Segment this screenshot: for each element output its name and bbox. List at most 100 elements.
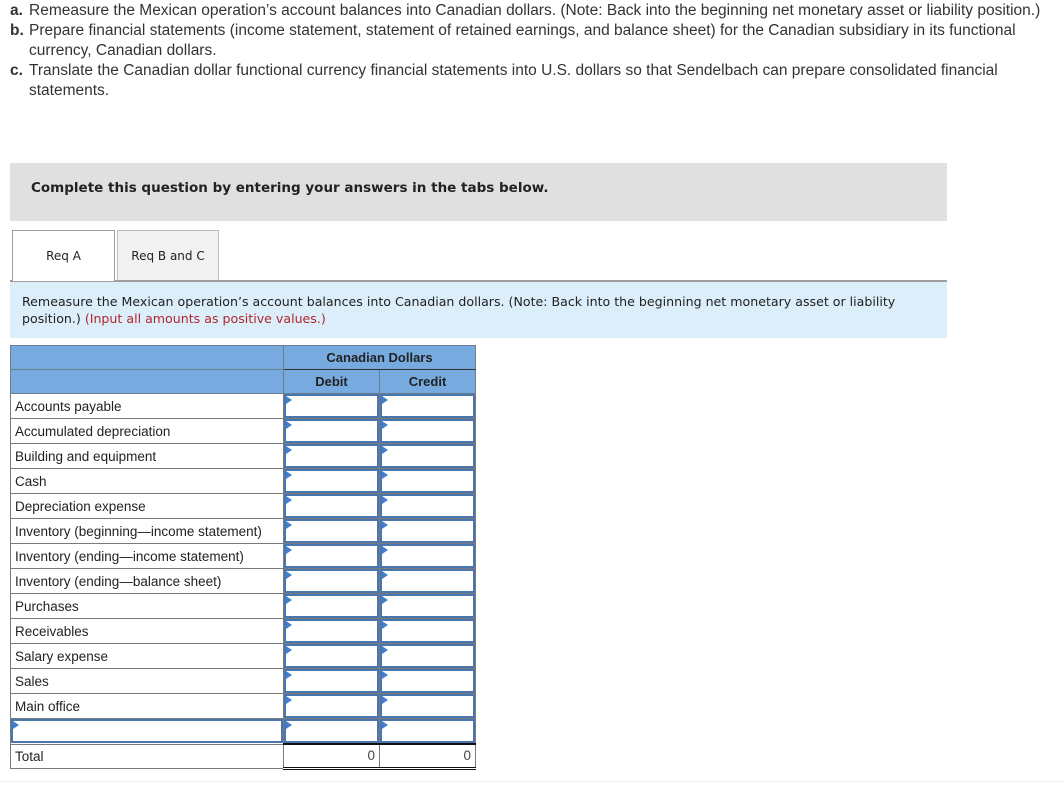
account-label: Building and equipment (10, 443, 284, 469)
credit-input[interactable] (380, 494, 475, 518)
debit-cell (283, 593, 380, 619)
table-row: Salary expense (10, 643, 476, 669)
debit-cell (283, 718, 380, 745)
instruction-a: a. Remeasure the Mexican operation’s acc… (10, 1, 1060, 21)
table-row: Cash (10, 468, 476, 494)
debit-cell (283, 393, 380, 419)
credit-cell (379, 593, 476, 619)
debit-input[interactable] (284, 544, 379, 568)
credit-input[interactable] (380, 394, 475, 418)
account-label: Purchases (10, 593, 284, 619)
worksheet-table: Canadian Dollars Debit Credit Accounts p… (10, 345, 476, 770)
instruction-banner: Complete this question by entering your … (10, 163, 947, 221)
account-label: Salary expense (10, 643, 284, 669)
debit-input[interactable] (284, 594, 379, 618)
credit-input[interactable] (380, 644, 475, 668)
debit-cell (283, 443, 380, 469)
instruction-text: Prepare financial statements (income sta… (29, 22, 1016, 59)
tab-req-a[interactable]: Req A (12, 230, 115, 281)
debit-input[interactable] (284, 419, 379, 443)
prompt-hint: (Input all amounts as positive values.) (84, 311, 326, 326)
instruction-letter: b. (10, 22, 24, 39)
debit-cell (283, 468, 380, 494)
credit-cell (379, 543, 476, 569)
credit-cell (379, 493, 476, 519)
table-row: Accumulated depreciation (10, 418, 476, 444)
debit-cell (283, 543, 380, 569)
account-label: Sales (10, 668, 284, 694)
credit-cell (379, 618, 476, 644)
debit-input[interactable] (284, 519, 379, 543)
debit-input[interactable] (284, 619, 379, 643)
debit-cell (283, 518, 380, 544)
credit-input[interactable] (380, 419, 475, 443)
debit-input[interactable] (284, 669, 379, 693)
table-row: Inventory (beginning—income statement) (10, 518, 476, 544)
credit-cell (379, 643, 476, 669)
credit-input[interactable] (380, 669, 475, 693)
table-row: Purchases (10, 593, 476, 619)
debit-input[interactable] (284, 494, 379, 518)
credit-cell (379, 568, 476, 594)
account-label-cell (10, 718, 284, 745)
debit-input[interactable] (284, 394, 379, 418)
banner-text: Complete this question by entering your … (31, 180, 549, 196)
debit-input[interactable] (284, 644, 379, 668)
credit-input[interactable] (380, 469, 475, 493)
credit-cell (379, 518, 476, 544)
debit-input[interactable] (284, 444, 379, 468)
account-label: Main office (10, 693, 284, 719)
total-row: Total 0 0 (10, 743, 476, 770)
table-row: Main office (10, 693, 476, 719)
debit-input[interactable] (284, 719, 379, 743)
table-row: Inventory (ending—income statement) (10, 543, 476, 569)
total-debit: 0 (283, 743, 380, 770)
instruction-text: Remeasure the Mexican operation’s accoun… (29, 2, 1041, 19)
account-label: Accounts payable (10, 393, 284, 419)
footer-divider (0, 781, 1064, 782)
table-row: Receivables (10, 618, 476, 644)
header-blank (10, 369, 284, 394)
credit-input[interactable] (380, 719, 475, 743)
total-label: Total (10, 743, 284, 769)
header-row-columns: Debit Credit (10, 369, 476, 394)
question-prompt: Remeasure the Mexican operation’s accoun… (10, 282, 947, 338)
credit-input[interactable] (380, 544, 475, 568)
credit-input[interactable] (380, 594, 475, 618)
credit-cell (379, 693, 476, 719)
debit-cell (283, 418, 380, 444)
total-credit: 0 (379, 743, 476, 770)
account-label: Inventory (ending—income statement) (10, 543, 284, 569)
credit-input[interactable] (380, 619, 475, 643)
instructions: a. Remeasure the Mexican operation’s acc… (10, 1, 1060, 101)
credit-input[interactable] (380, 694, 475, 718)
debit-input[interactable] (284, 694, 379, 718)
table-row: Depreciation expense (10, 493, 476, 519)
account-label: Cash (10, 468, 284, 494)
account-label: Inventory (ending—balance sheet) (10, 568, 284, 594)
account-label-input[interactable] (11, 719, 283, 744)
credit-cell (379, 668, 476, 694)
account-label: Depreciation expense (10, 493, 284, 519)
debit-cell (283, 693, 380, 719)
credit-cell (379, 418, 476, 444)
credit-input[interactable] (380, 444, 475, 468)
instruction-c: c. Translate the Canadian dollar functio… (10, 61, 1060, 101)
debit-cell (283, 618, 380, 644)
credit-cell (379, 393, 476, 419)
debit-input[interactable] (284, 569, 379, 593)
credit-input[interactable] (380, 569, 475, 593)
table-row: Inventory (ending—balance sheet) (10, 568, 476, 594)
header-canadian-dollars: Canadian Dollars (283, 345, 476, 370)
instruction-b: b. Prepare financial statements (income … (10, 21, 1060, 61)
debit-cell (283, 493, 380, 519)
debit-input[interactable] (284, 469, 379, 493)
debit-cell (283, 668, 380, 694)
debit-cell (283, 568, 380, 594)
account-label: Receivables (10, 618, 284, 644)
tab-req-b-and-c[interactable]: Req B and C (117, 230, 219, 280)
credit-cell (379, 468, 476, 494)
table-row: Building and equipment (10, 443, 476, 469)
credit-input[interactable] (380, 519, 475, 543)
table-row: Accounts payable (10, 393, 476, 419)
